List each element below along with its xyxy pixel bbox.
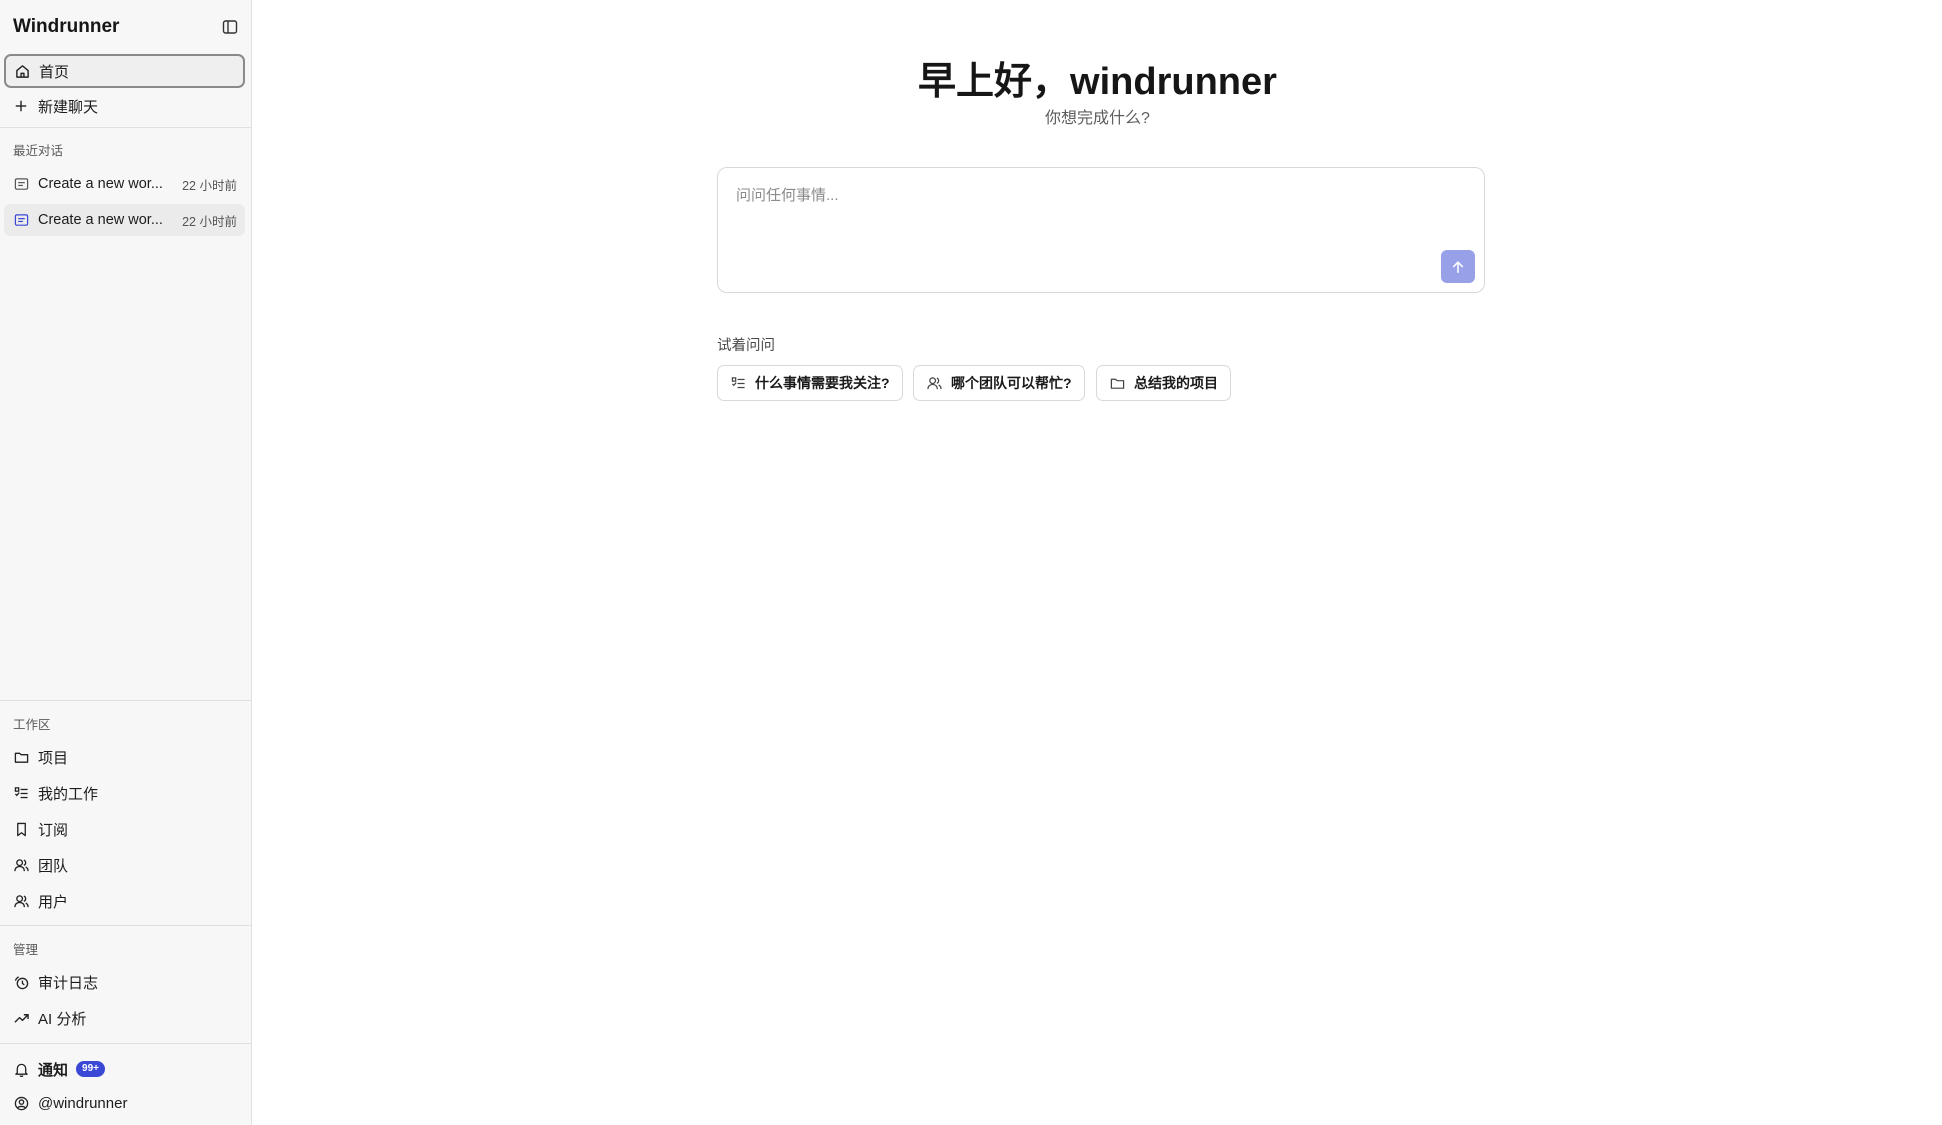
new-chat-button[interactable]: 新建聊天 xyxy=(4,89,245,123)
nav-subscriptions[interactable]: 订阅 xyxy=(4,812,245,846)
app-brand: Windrunner xyxy=(13,16,120,37)
nav-teams[interactable]: 团队 xyxy=(4,848,245,882)
list-check-icon xyxy=(730,375,746,391)
user-profile[interactable]: @windrunner xyxy=(4,1086,245,1120)
nav-my-work[interactable]: 我的工作 xyxy=(4,776,245,810)
suggestion-team-button[interactable]: 哪个团队可以帮忙? xyxy=(913,365,1085,401)
nav-users[interactable]: 用户 xyxy=(4,884,245,918)
main-content: 早上好，windrunner 你想完成什么? 试着问问 什么事情需要我关注? 哪… xyxy=(253,0,1942,1125)
recent-section-label: 最近对话 xyxy=(13,144,64,158)
suggestions-label: 试着问问 xyxy=(717,338,775,354)
recent-chat-title: Create a new wor... xyxy=(38,212,163,228)
nav-projects-label: 项目 xyxy=(38,749,69,767)
divider xyxy=(0,700,252,701)
admin-section-label: 管理 xyxy=(13,943,39,957)
nav-home-label: 首页 xyxy=(39,63,70,81)
trending-up-icon xyxy=(13,1010,29,1026)
arrow-up-icon xyxy=(1452,260,1464,273)
nav-notifications-label: 通知 xyxy=(38,1061,69,1079)
recent-chat-time: 22 小时前 xyxy=(182,178,237,193)
sidebar-toggle-icon[interactable] xyxy=(221,18,239,36)
nav-home[interactable]: 首页 xyxy=(4,54,245,88)
audit-log-icon xyxy=(13,974,29,990)
notification-count-badge: 99+ xyxy=(76,1061,105,1077)
divider xyxy=(0,127,252,128)
divider xyxy=(0,925,252,926)
greeting-title: 早上好，windrunner xyxy=(918,61,1277,103)
nav-my-work-label: 我的工作 xyxy=(38,785,99,803)
nav-teams-label: 团队 xyxy=(38,857,69,875)
folder-icon xyxy=(1109,375,1125,391)
recent-chat-title: Create a new wor... xyxy=(38,176,163,192)
chat-icon xyxy=(13,176,29,192)
user-circle-icon xyxy=(13,1095,29,1111)
nav-notifications[interactable]: 通知 99+ xyxy=(4,1052,245,1086)
suggestion-label: 总结我的项目 xyxy=(1134,375,1218,391)
sidebar: Windrunner 首页 新建聊天 最近对话 Create a new wor… xyxy=(0,0,252,1125)
recent-chat-item[interactable]: Create a new wor... 22 小时前 xyxy=(4,204,245,236)
divider xyxy=(0,1043,252,1044)
folder-icon xyxy=(13,749,29,765)
nav-projects[interactable]: 项目 xyxy=(4,740,245,774)
new-chat-label: 新建聊天 xyxy=(38,98,99,116)
nav-subscriptions-label: 订阅 xyxy=(38,821,69,839)
chat-icon xyxy=(13,212,29,228)
workspace-section-label: 工作区 xyxy=(13,718,51,732)
suggestion-summarize-button[interactable]: 总结我的项目 xyxy=(1096,365,1231,401)
suggestion-attention-button[interactable]: 什么事情需要我关注? xyxy=(717,365,903,401)
users-icon xyxy=(926,375,942,391)
home-icon xyxy=(14,63,30,79)
greeting-subtitle: 你想完成什么? xyxy=(1045,110,1150,127)
bookmark-icon xyxy=(13,821,29,837)
chat-input[interactable] xyxy=(736,184,1456,254)
users-icon xyxy=(13,893,29,909)
list-check-icon xyxy=(13,785,29,801)
recent-chat-time: 22 小时前 xyxy=(182,214,237,229)
suggestion-label: 哪个团队可以帮忙? xyxy=(951,375,1072,391)
nav-ai-analytics-label: AI 分析 xyxy=(38,1010,87,1028)
send-button[interactable] xyxy=(1441,250,1475,283)
team-icon xyxy=(13,857,29,873)
suggestion-label: 什么事情需要我关注? xyxy=(755,375,890,391)
chat-composer xyxy=(717,167,1485,293)
nav-users-label: 用户 xyxy=(38,893,69,911)
user-handle: @windrunner xyxy=(38,1094,128,1112)
bell-icon xyxy=(13,1061,29,1077)
nav-audit-log-label: 审计日志 xyxy=(38,974,99,992)
plus-icon xyxy=(13,98,29,114)
nav-ai-analytics[interactable]: AI 分析 xyxy=(4,1001,245,1035)
recent-chat-item[interactable]: Create a new wor... 22 小时前 xyxy=(4,168,245,200)
sidebar-header: Windrunner xyxy=(13,14,239,40)
nav-audit-log[interactable]: 审计日志 xyxy=(4,965,245,999)
